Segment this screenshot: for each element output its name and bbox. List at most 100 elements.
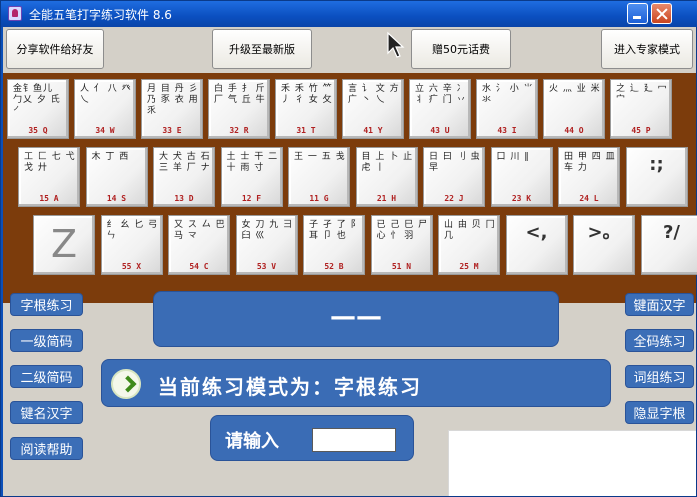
key-roots: 日 曰 刂 虫 早 [429,152,481,173]
key-code: 32 R [229,126,249,135]
key-z-label: Z [50,222,78,266]
key-c[interactable]: 又 ス 厶 巴 马 龴 54 C [168,215,230,275]
key-code: 11 G [309,194,329,203]
title-bar[interactable]: 全能五笔打字练习软件 8.6 [1,1,697,27]
key-a[interactable]: 工 匚 七 弋 戈 廾 15 A [18,147,80,207]
key-roots: 土 士 干 二 十 雨 寸 [226,152,279,173]
key-roots: 子 孑 了 阝 耳 卩 也 [309,220,361,241]
key-roots: 王 一 五 戋 [294,152,346,162]
window-title: 全能五笔打字练习软件 8.6 [29,8,172,22]
key-punctuation[interactable]: :; [625,147,688,207]
key-n[interactable]: 已 己 巳 尸 心 忄 羽 51 N [370,215,433,275]
key-code: 44 O [564,126,584,135]
key-code: 23 K [511,194,532,203]
key-face-char-button[interactable]: 键面汉字 [625,293,694,316]
key-roots: 禾 禾 竹 ⺮ 丿 彳 女 攵 [281,84,333,105]
level2-short-code-button[interactable]: 二级简码 [10,365,83,388]
key-roots: 已 己 巳 尸 心 忄 羽 [376,220,429,241]
key-j[interactable]: 日 曰 刂 虫 早 22 J [423,147,485,207]
upgrade-button[interactable]: 升级至最新版 [212,29,312,69]
key-roots: 立 六 辛 冫 丬 疒 门 丷 [415,84,467,105]
key-y[interactable]: 言 讠 文 方 广 丶 乀 41 Y [342,79,404,139]
key-v[interactable]: 女 刀 九 彐 臼 巛 53 V [235,215,298,275]
key-z[interactable]: Z [33,215,95,275]
key-f[interactable]: 土 士 干 二 十 雨 寸 12 F [220,147,283,207]
key-code: 41 Y [363,126,383,135]
key-m[interactable]: 山 由 贝 冂 几 25 M [438,215,500,275]
target-char: —— [330,302,382,332]
key-roots: 纟 幺 匕 弓 ㄣ [106,220,159,241]
phrase-practice-button[interactable]: 词组练习 [625,365,694,388]
full-code-button[interactable]: 全码练习 [625,329,694,352]
key-e[interactable]: 月 目 丹 彡 乃 豕 衣 用 乑 33 E [141,79,203,139]
app-window: 全能五笔打字练习软件 8.6 分享软件给好友 升级至最新版 赠50元话费 进入专… [0,0,697,497]
gift-button[interactable]: 赠50元话费 [411,29,511,69]
key-w[interactable]: 人 亻 八 癶 乀 34 W [74,79,136,139]
input-label: 请输入 [225,431,279,452]
key-roots: 口 川 ‖ [496,152,530,162]
key-i[interactable]: 水 氵 小 ⺌ 氺 43 I [476,79,538,139]
key-code: 22 J [444,194,464,203]
minimize-button[interactable] [627,3,648,24]
key-k[interactable]: 口 川 ‖ 23 K [490,147,553,207]
key-roots: 目 上 卜 止 虍 丨 [361,152,414,173]
root-practice-button[interactable]: 字根练习 [10,293,83,316]
key-roots: 之 辶 廴 冖 宀 [616,84,668,105]
toggle-roots-button[interactable]: 隐显字根 [625,401,694,424]
key-roots: 又 ス 厶 巴 马 龴 [174,220,226,241]
client-area: 分享软件给好友 升级至最新版 赠50元话费 进入专家模式 金钅鱼儿 勹乂 夕 氏… [3,27,697,496]
key-s[interactable]: 木 丁 西 14 S [85,147,148,207]
key-x[interactable]: 纟 幺 匕 弓 ㄣ 55 X [100,215,163,275]
expert-mode-button[interactable]: 进入专家模式 [601,29,693,69]
key-punctuation[interactable]: >。 [573,215,635,275]
key-code: 52 B [324,262,344,271]
key-u[interactable]: 立 六 辛 冫 丬 疒 门 丷 43 U [409,79,471,139]
key-name-char-button[interactable]: 键名汉字 [10,401,83,424]
key-l[interactable]: 田 甲 四 皿 车 力 24 L [558,147,620,207]
mode-bar: 当前练习模式为：字根练习 [101,359,611,407]
key-roots: 工 匚 七 弋 戈 廾 [24,152,76,173]
key-symbol-label: >。 [587,222,621,243]
play-icon [111,369,141,399]
key-code: 15 A [39,194,59,203]
key-code: 55 X [121,262,142,271]
key-code: 21 H [376,194,397,203]
key-q[interactable]: 金钅鱼儿 勹乂 夕 氏 ㇒ 35 Q [7,79,69,139]
close-button[interactable] [651,3,672,24]
key-punctuation[interactable]: ?/ [640,215,697,275]
key-code: 31 T [296,126,316,135]
key-roots: 山 由 贝 冂 几 [444,220,496,241]
key-b[interactable]: 子 孑 了 阝 耳 卩 也 52 B [303,215,365,275]
key-code: 25 M [459,262,479,271]
key-code: 51 N [391,262,412,271]
key-t[interactable]: 禾 禾 竹 ⺮ 丿 彳 女 攵 31 T [275,79,337,139]
key-punctuation[interactable]: <, [505,215,568,275]
key-h[interactable]: 目 上 卜 止 虍 丨 21 H [355,147,418,207]
key-g[interactable]: 王 一 五 戋 11 G [288,147,350,207]
level1-short-code-button[interactable]: 一级简码 [10,329,83,352]
answer-input[interactable] [312,428,396,452]
key-code: 34 W [95,126,115,135]
share-button[interactable]: 分享软件给好友 [6,29,104,69]
key-code: 13 D [174,194,194,203]
key-code: 24 L [579,194,599,203]
key-code: 54 C [189,262,209,271]
info-panel [448,430,696,496]
mouse-cursor-icon [387,31,405,58]
key-roots: 田 甲 四 皿 车 力 [564,152,616,173]
key-code: 33 E [162,126,182,135]
key-d[interactable]: 大 犬 古 石 三 羊 厂 ナ 13 D [153,147,215,207]
key-r[interactable]: 白 手 扌 斤 厂 气 丘 牛 32 R [208,79,270,139]
key-p[interactable]: 之 辶 廴 冖 宀 45 P [610,79,672,139]
key-symbol-label: <, [525,222,548,243]
app-icon [8,6,22,21]
key-roots: 木 丁 西 [91,152,130,162]
key-o[interactable]: 火 灬 业 米 44 O [543,79,605,139]
mode-text: 当前练习模式为：字根练习 [158,375,422,399]
help-button[interactable]: 阅读帮助 [10,437,83,460]
key-roots: 大 犬 古 石 三 羊 厂 ナ [159,152,211,173]
key-code: 14 S [106,194,127,203]
key-roots: 火 灬 业 米 [549,84,601,94]
key-roots: 白 手 扌 斤 厂 气 丘 牛 [214,84,266,105]
input-panel: 请输入 [210,415,414,461]
